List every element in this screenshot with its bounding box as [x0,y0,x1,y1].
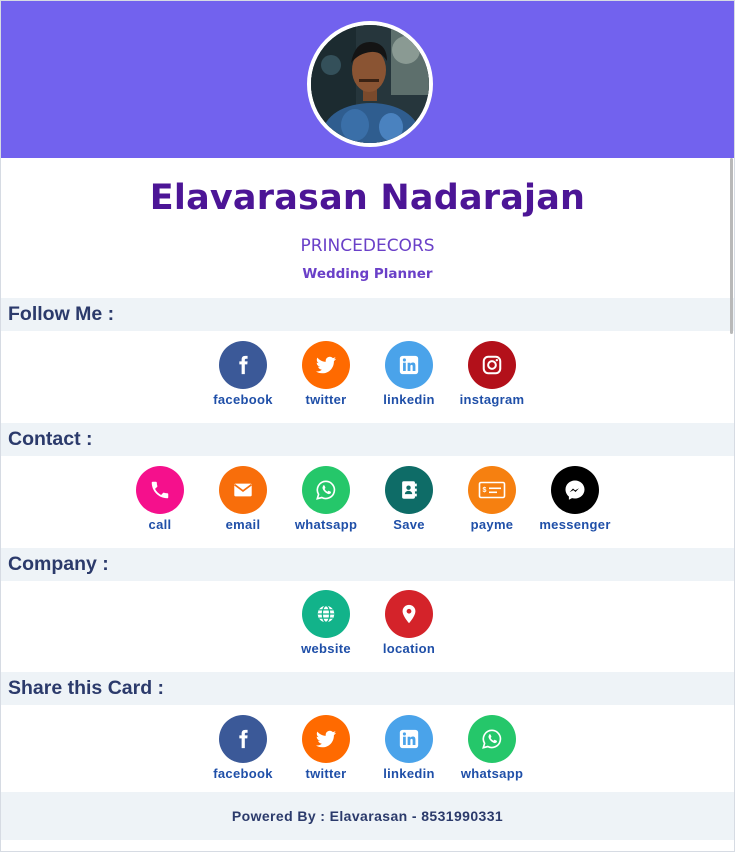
job-title: Wedding Planner [302,266,433,282]
call-button[interactable]: call [136,466,184,548]
share-icons: facebook twitter linkedin whatsapp [1,715,734,795]
address-book-icon [385,466,433,514]
share-whatsapp-label: whatsapp [460,766,524,781]
share-twitter-label: twitter [305,766,347,781]
share-linkedin-button[interactable]: linkedin [383,715,435,795]
profile-name: Elavarasan Nadarajan [149,178,586,218]
whatsapp-label: whatsapp [294,517,358,532]
share-section-title: Share this Card : [1,672,734,705]
follow-twitter-link[interactable]: twitter [302,341,350,421]
share-twitter-button[interactable]: twitter [302,715,350,795]
company-section-title: Company : [1,548,734,581]
share-linkedin-label: linkedin [383,766,435,781]
scrollbar-thumb[interactable] [730,158,733,334]
powered-by-footer: Powered By : Elavarasan - 8531990331 [1,792,734,840]
twitter-icon [302,715,350,763]
linkedin-icon [385,715,433,763]
header-banner [1,1,734,158]
follow-linkedin-label: linkedin [383,392,435,407]
phone-icon [136,466,184,514]
website-link[interactable]: website [301,590,351,672]
twitter-icon [302,341,350,389]
share-whatsapp-button[interactable]: whatsapp [461,715,523,795]
save-label: Save [393,517,425,532]
follow-instagram-link[interactable]: instagram [460,341,524,421]
company-name: PRINCEDECORS [300,236,435,256]
linkedin-icon [385,341,433,389]
share-facebook-label: facebook [213,766,273,781]
avatar [307,21,433,147]
whatsapp-icon [468,715,516,763]
contact-section-title: Contact : [1,423,734,456]
whatsapp-button[interactable]: whatsapp [295,466,357,548]
messenger-label: messenger [539,517,611,532]
business-card: Elavarasan Nadarajan PRINCEDECORS Weddin… [0,0,735,852]
cheque-icon: $ [468,466,516,514]
facebook-icon [219,341,267,389]
email-button[interactable]: email [219,466,267,548]
instagram-icon [468,341,516,389]
map-pin-icon [385,590,433,638]
location-label: location [382,641,436,656]
follow-instagram-label: instagram [459,392,525,407]
save-contact-button[interactable]: Save [385,466,433,548]
follow-icons: facebook twitter linkedin instagram [1,341,734,421]
follow-twitter-label: twitter [305,392,347,407]
company-icons: website location [1,590,734,672]
follow-facebook-link[interactable]: facebook [213,341,272,421]
svg-text:$: $ [483,487,487,494]
facebook-icon [219,715,267,763]
globe-icon [302,590,350,638]
envelope-icon [219,466,267,514]
payme-label: payme [470,517,514,532]
messenger-button[interactable]: messenger [539,466,610,548]
call-label: call [148,517,172,532]
website-label: website [301,641,351,656]
follow-section-title: Follow Me : [1,298,734,331]
contact-icons: call email whatsapp Save $ payme messeng… [1,466,734,548]
messenger-icon [551,466,599,514]
follow-facebook-label: facebook [213,392,273,407]
profile-photo [311,25,429,143]
follow-linkedin-link[interactable]: linkedin [383,341,435,421]
email-label: email [225,517,261,532]
share-facebook-button[interactable]: facebook [213,715,272,795]
whatsapp-icon [302,466,350,514]
payme-button[interactable]: $ payme [468,466,516,548]
location-link[interactable]: location [382,590,436,672]
